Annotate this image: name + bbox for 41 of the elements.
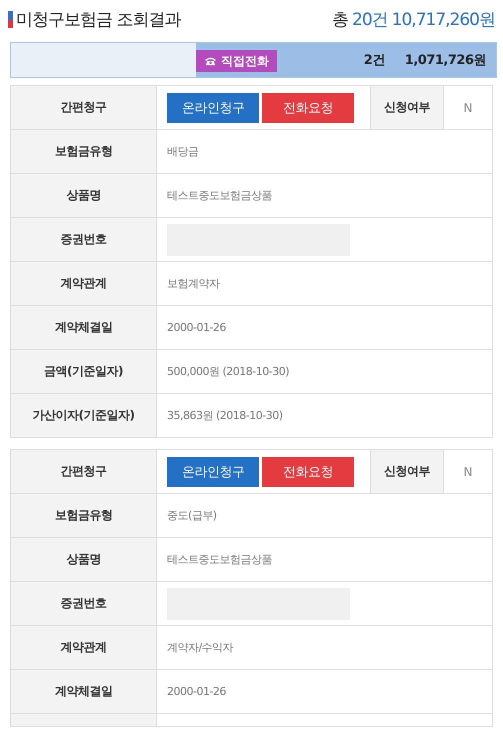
online-claim-button[interactable]: 온라인청구 — [167, 456, 259, 486]
phone-request-button[interactable]: 전화요청 — [262, 456, 354, 486]
row-label: 간편청구 — [11, 86, 157, 129]
direct-call-button[interactable]: 직접전화 — [196, 50, 277, 72]
row-label: 금액(기준일자) — [11, 350, 157, 393]
row-value: 배당금 — [166, 144, 200, 160]
row-label: 간편청구 — [11, 450, 157, 493]
row-value: 보험계약자 — [166, 276, 221, 292]
row-value: 500,000원 (2018-10-30) — [166, 364, 290, 380]
row-value: 테스트중도보험금상품 — [166, 188, 273, 204]
status-value: N — [462, 100, 474, 116]
total-label: 총 — [332, 8, 348, 30]
status-label: 신청여부 — [370, 450, 444, 493]
row-label: 보험금유형 — [11, 494, 157, 537]
row-label: 보험금유형 — [11, 130, 157, 173]
status-label: 신청여부 — [370, 86, 444, 129]
row-label: 상품명 — [11, 538, 157, 581]
online-claim-button[interactable]: 온라인청구 — [167, 92, 259, 122]
title-marker-icon — [8, 10, 13, 28]
row-value: 테스트중도보험금상품 — [166, 552, 273, 568]
row-value: 2000-01-26 — [166, 684, 227, 700]
status-value: N — [462, 464, 474, 480]
row-value: 중도(급부) — [166, 508, 218, 524]
row-value: 계약자/수익자 — [166, 640, 234, 656]
row-label: 계약체결일 — [11, 306, 157, 349]
row-label: 상품명 — [11, 174, 157, 217]
row-value: 2000-01-26 — [166, 320, 227, 336]
total-count: 20건 — [352, 8, 388, 30]
summary-count: 2건 — [364, 52, 385, 69]
summary-amount: 1,071,726원 — [404, 52, 486, 69]
phone-request-button[interactable]: 전화요청 — [262, 92, 354, 122]
row-label: 증권번호 — [11, 582, 157, 625]
total-amount: 10,717,260원 — [392, 8, 495, 30]
row-label: 가산이자(기준일자) — [11, 394, 157, 437]
phone-icon — [204, 56, 217, 66]
row-label: 계약관계 — [11, 262, 157, 305]
row-label: 계약관계 — [11, 626, 157, 669]
page-title: 미청구보험금 조회결과 — [16, 8, 180, 30]
row-value: 35,863원 (2018-10-30) — [166, 408, 284, 424]
row-label: 계약체결일 — [11, 670, 157, 713]
row-label: 증권번호 — [11, 218, 157, 261]
